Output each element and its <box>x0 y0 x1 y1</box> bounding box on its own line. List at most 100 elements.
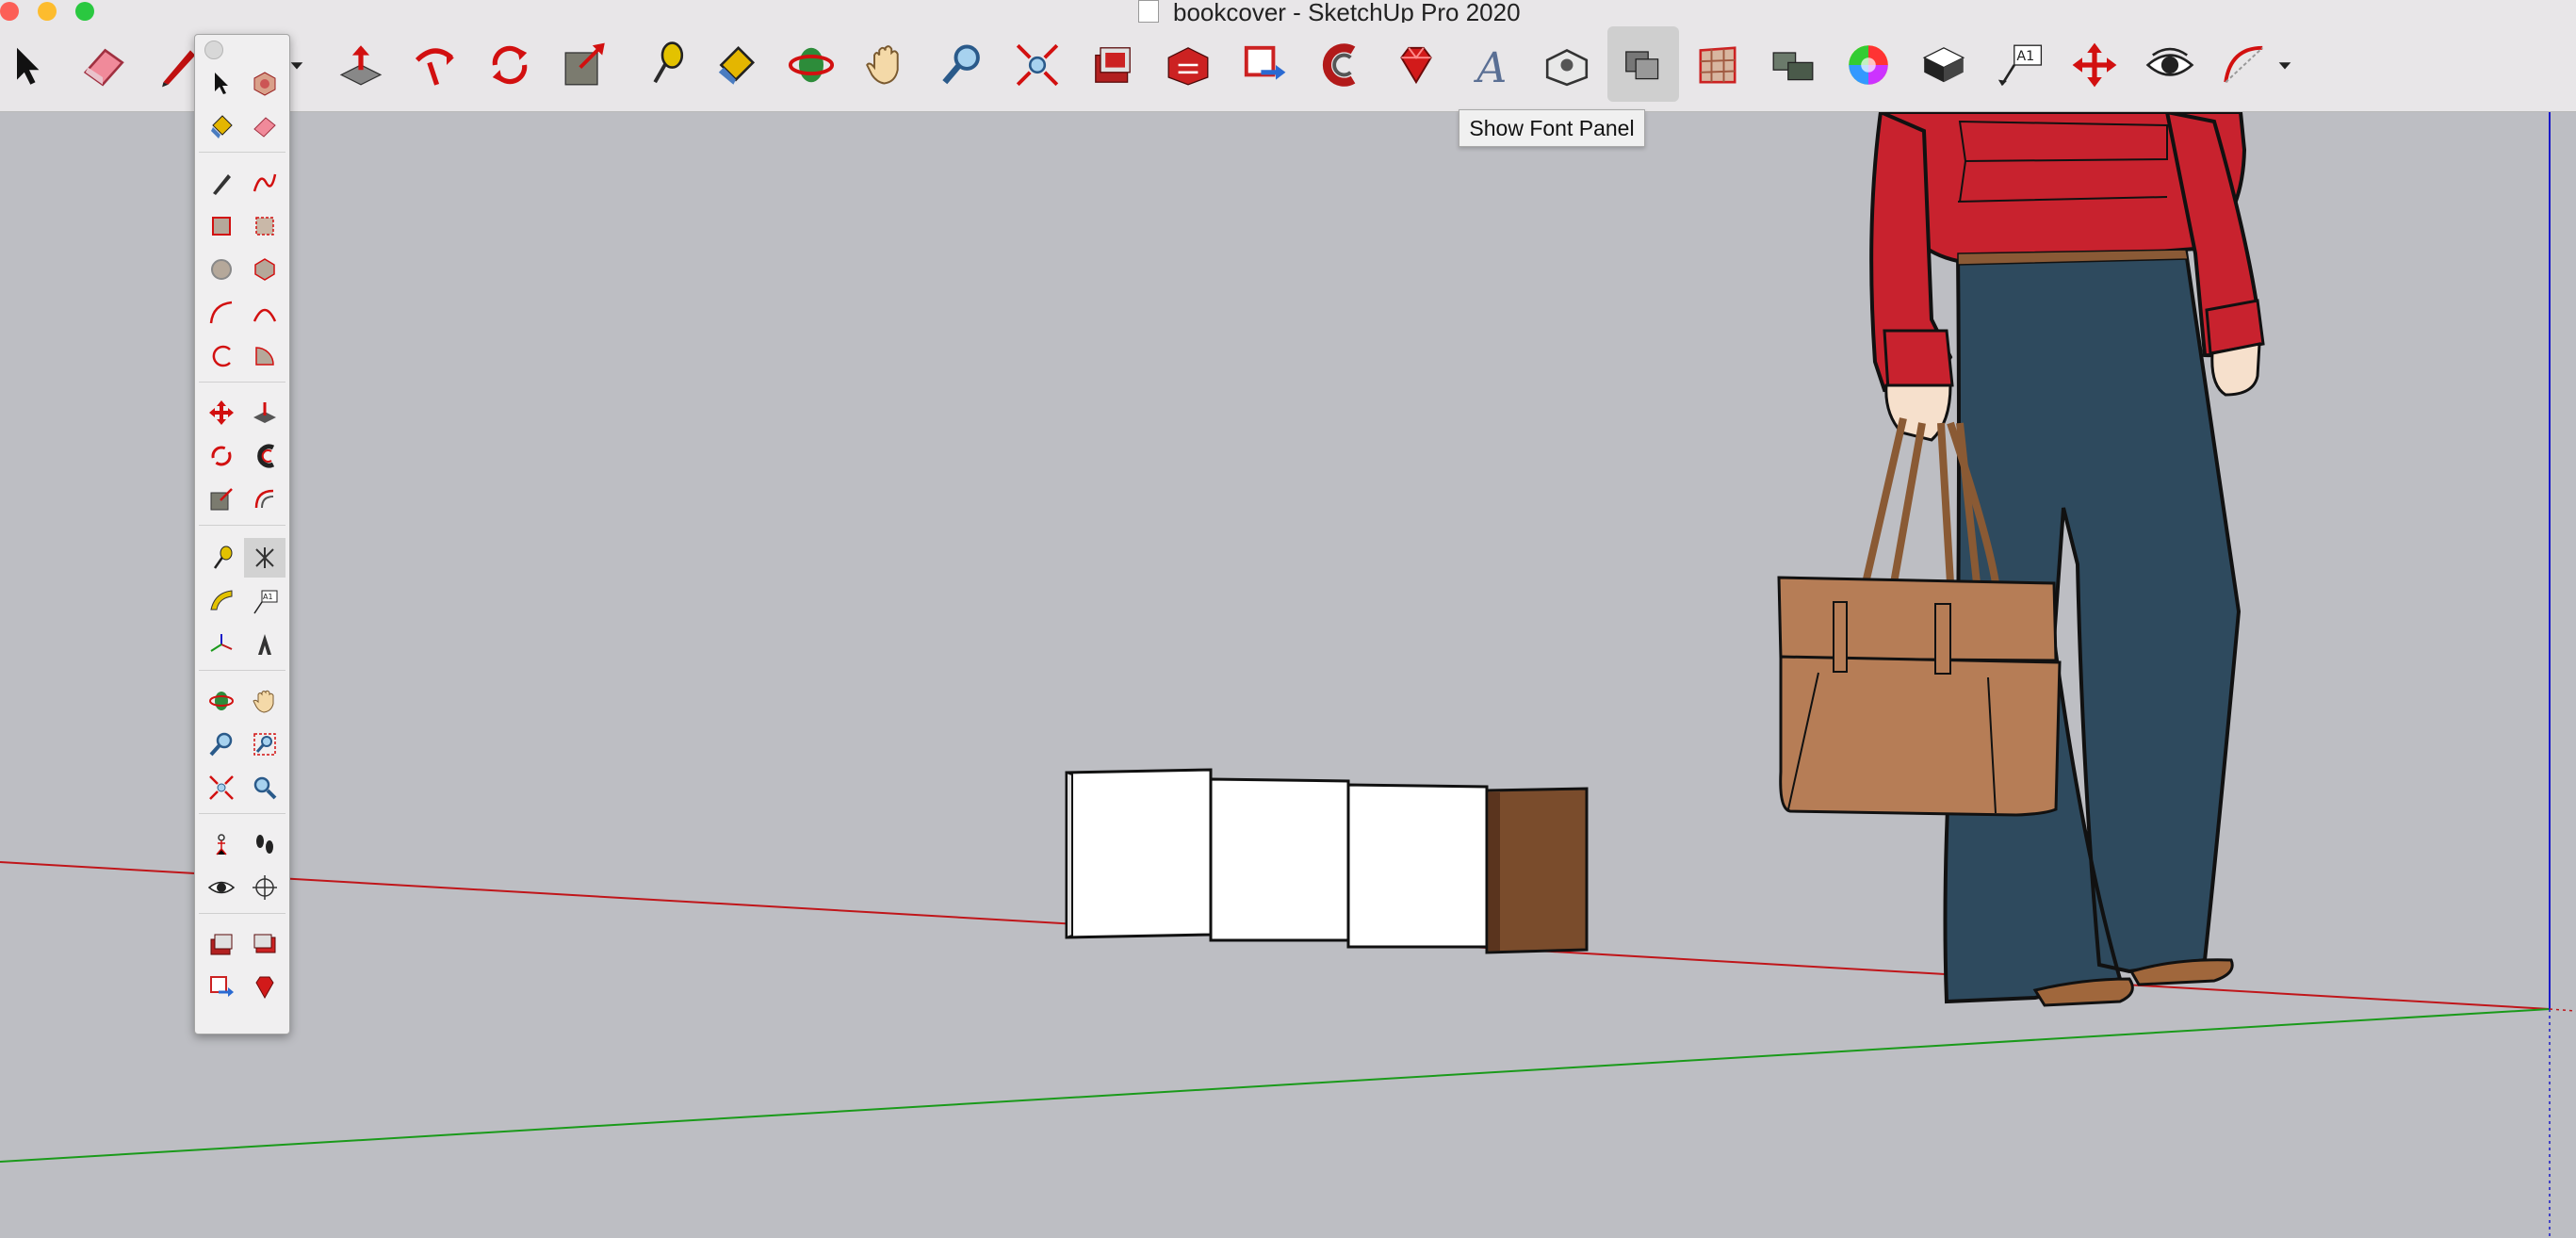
pal-tape-measure-tool[interactable] <box>201 538 242 578</box>
minimize-window-button[interactable] <box>38 2 57 21</box>
pal-look-around-tool[interactable] <box>201 868 242 907</box>
component-icon <box>253 72 276 96</box>
svg-text:A1: A1 <box>263 593 273 601</box>
pal-move-tool[interactable] <box>201 393 242 432</box>
palette-close-button[interactable] <box>204 41 223 59</box>
rectangle-icon <box>212 217 231 236</box>
palette-separator <box>199 670 285 671</box>
zoom-extents-icon <box>1016 43 1059 87</box>
view-iso-icon <box>1545 48 1589 87</box>
previous-view-icon <box>253 776 277 800</box>
extension-warehouse-icon <box>1167 47 1209 86</box>
pal-zoom-extents-tool[interactable] <box>201 768 242 807</box>
pal-pan-tool[interactable] <box>244 681 285 721</box>
pal-line-tool[interactable] <box>201 163 242 203</box>
styles-tool-button[interactable] <box>1915 36 1973 94</box>
book-row[interactable] <box>1065 768 1589 954</box>
arc-tool-button[interactable] <box>2216 36 2274 94</box>
pal-pie-tool[interactable] <box>244 336 285 376</box>
zoom-tool-button[interactable] <box>933 36 991 94</box>
follow-me-icon <box>257 444 275 468</box>
skp-file-icon <box>1138 0 1159 23</box>
pal-share-model-tool[interactable] <box>244 924 285 964</box>
pal-walk-tool[interactable] <box>244 824 285 864</box>
text-tool-button[interactable]: A1 <box>1990 36 2048 94</box>
pal-arc-tool[interactable] <box>201 293 242 333</box>
pal-follow-me-tool[interactable] <box>244 436 285 476</box>
shadows-tool-button[interactable] <box>1607 26 1679 102</box>
rotate-tool-button[interactable] <box>481 36 539 94</box>
pal-2pt-arc-tool[interactable] <box>244 293 285 333</box>
paint-bucket-tool-button[interactable] <box>707 36 765 94</box>
zoom-extents-icon <box>209 775 234 800</box>
pal-rectangle-tool[interactable] <box>201 206 242 246</box>
model-viewport[interactable] <box>0 112 2576 1238</box>
look-around-tool-button[interactable] <box>2141 36 2199 94</box>
arrow-icon <box>17 47 40 85</box>
pal-extension-warehouse-tool[interactable] <box>244 968 285 1007</box>
eye-icon <box>2145 47 2194 76</box>
pal-previous-view-tool[interactable] <box>244 768 285 807</box>
chevron-down-icon <box>2278 62 2291 70</box>
paint-bucket-icon <box>718 45 756 85</box>
pal-paint-tool[interactable] <box>201 106 242 146</box>
scale-tool-button[interactable] <box>556 36 614 94</box>
follow-me-tool-button[interactable] <box>405 36 464 94</box>
pal-3pt-arc-tool[interactable] <box>201 336 242 376</box>
zoom-window-icon <box>253 733 276 756</box>
pal-protractor-tool[interactable] <box>201 581 242 621</box>
colors-tool-button[interactable] <box>1839 36 1898 94</box>
pal-3d-text-tool[interactable] <box>244 625 285 664</box>
zoom-extents-tool-button[interactable] <box>1008 36 1067 94</box>
view-iso-tool-button[interactable] <box>1538 36 1596 94</box>
pie-icon <box>255 347 274 366</box>
pal-circle-tool[interactable] <box>201 250 242 289</box>
chevron-down-icon <box>290 62 303 70</box>
pal-freehand-tool[interactable] <box>244 163 285 203</box>
pal-eraser-tool[interactable] <box>244 106 285 146</box>
person-figure[interactable] <box>1869 112 2265 1007</box>
font-a-icon: A <box>1473 44 1507 90</box>
text-style-tool-button[interactable]: A <box>1462 36 1521 94</box>
pal-position-camera-tool[interactable] <box>201 824 242 864</box>
section-plane-tool-button[interactable] <box>1688 36 1747 94</box>
select-tool-button[interactable] <box>0 36 58 94</box>
pan-tool-button[interactable] <box>857 36 916 94</box>
pal-warehouse-tool[interactable] <box>201 924 242 964</box>
pal-zoom-tool[interactable] <box>201 725 242 764</box>
maximize-window-button[interactable] <box>75 2 94 21</box>
pal-select-tool[interactable] <box>201 63 242 103</box>
pal-text-tool[interactable]: A1 <box>244 581 285 621</box>
ruby-icon <box>1400 46 1432 85</box>
pal-send-to-layout-tool[interactable] <box>201 968 242 1007</box>
pal-component-tool[interactable] <box>244 63 285 103</box>
move-tool-button[interactable] <box>2065 36 2124 94</box>
tape-measure-tool-button[interactable] <box>633 36 692 94</box>
orbit-tool-button[interactable] <box>782 36 840 94</box>
offset-tool-button[interactable] <box>1312 36 1370 94</box>
send-to-layout-tool-button[interactable] <box>1234 36 1293 94</box>
pal-polygon-tool[interactable] <box>244 250 285 289</box>
pal-push-pull-tool[interactable] <box>244 393 285 432</box>
ruby-tool-button[interactable] <box>1387 36 1445 94</box>
paint-bucket-icon <box>211 115 233 138</box>
pal-zoom-window-tool[interactable] <box>244 725 285 764</box>
outliner-tool-button[interactable] <box>1764 36 1822 94</box>
pal-section-plane-tool[interactable] <box>244 868 285 907</box>
pal-orbit-tool[interactable] <box>201 681 242 721</box>
extension-warehouse-tool-button[interactable] <box>1159 36 1217 94</box>
eraser-tool-button[interactable] <box>73 36 132 94</box>
send-to-layout-icon <box>210 976 234 997</box>
red-axis-dotted <box>2549 1008 2576 1012</box>
pal-offset-tool[interactable] <box>244 480 285 519</box>
warehouse-tool-button[interactable] <box>1084 36 1142 94</box>
pal-rotate-tool[interactable] <box>201 436 242 476</box>
section-plane-icon <box>253 875 277 900</box>
push-pull-tool-button[interactable] <box>332 36 390 94</box>
pal-axes-tool[interactable] <box>244 538 285 578</box>
close-window-button[interactable] <box>0 2 19 21</box>
pal-axes-display-tool[interactable] <box>201 625 242 664</box>
arc-tool-dropdown[interactable] <box>2271 36 2299 94</box>
pal-rotated-rectangle-tool[interactable] <box>244 206 285 246</box>
pal-scale-tool[interactable] <box>201 480 242 519</box>
